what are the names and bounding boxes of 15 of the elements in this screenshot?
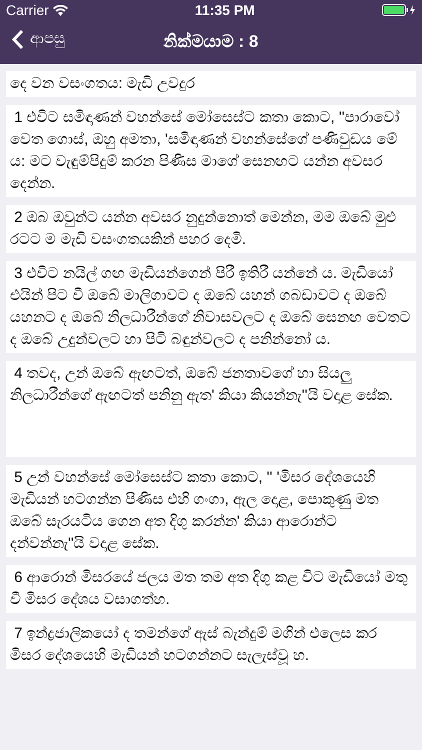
verse-text: 2 ඔබ ඔවුන්ට යන්න අවසර නුදුන්නොත් මෙන්න, මම ඔබේ මුළු රටට ම මැඩි වසංගතයකින් පහර දෙමි. xyxy=(6,205,416,253)
verse-text: 5 උන් වහන්සේ මෝසෙස්ට කතා කොට, '' 'මිසර දේශයෙහි මැඩියන් හටගන්න පිණිස එහි ගංගා, ඇල දොළ, පොකුණු මත ඔබේ සැරයටිය ගෙන අත දිගු කරන්න' කියා ආරොන්ට දන්වන්නැ''යි වදාළ සේක. xyxy=(6,465,416,557)
verse-text: දෙ වන වසංගතය: මැඩි උවදුර xyxy=(6,71,416,97)
status-time: 11:35 PM xyxy=(194,0,255,20)
verse-text: 6 ආරොන් මිසරයේ ජලය මත තම අත දිගු කළ විට මැඩියෝ මතු වී මිසර දේශය වසාගත්හ. xyxy=(6,565,416,613)
carrier-label: Carrier xyxy=(6,0,49,20)
verse-text: 1 එවිට සමිඳාණන් වහන්සේ මෝසෙස්ට කතා කොට, ''පාරාවෝ වෙත ගොස්, ඔහු අමතා, 'සමිඳාණන් වහන්සේගේ පණිවුඩය මේ ය: මට වැඳුම්පිදුම් කරන පිණිස මාගේ සෙනඟට යන්න අවසර දෙන්න. xyxy=(6,105,416,197)
verse-text: 7 ඉන්ද්‍රජාලිකයෝ ද තමන්ගේ ඇස් බැන්දුම් මගින් එලෙස කර මිසර දේශයෙහි මැඩියන් හටගන්නට සැලැස්වූ හ. xyxy=(6,621,416,669)
battery-icon xyxy=(382,4,416,16)
chevron-left-icon xyxy=(12,28,24,50)
verse-text: 4 තවද, උන් ඔබේ ඇඟටත්, ඔබේ ජනතාවගේ හා සියලු නිලධාරීන්ගේ ඇඟටත් පනිනු ඇත' කියා කියන්නැ''යි වදාළ සේක. xyxy=(6,361,416,457)
verse-text: 3 එවිට නයිල් ගඟ මැඩියන්ගෙන් පිරී ඉතිරී යන්නේ ය. මැඩියෝ එයින් පිට වී ඔබේ මාලිගාවට ද ඔබේ යහන් ගබඩාවට ද ඔබේ යහනට ද ඔබේ නිලධාරීන්ගේ නිවාසවලට ද ඔබේ සෙනඟ වෙතට ද ඔබේ උදුන්වලට හා පිටි බඳුන්වලට ද පනින්නෝ ය. xyxy=(6,261,416,353)
back-button[interactable]: ආපසු xyxy=(12,28,65,50)
page-title: නික්මයාම : 8 xyxy=(164,30,258,54)
wifi-icon xyxy=(52,4,68,16)
